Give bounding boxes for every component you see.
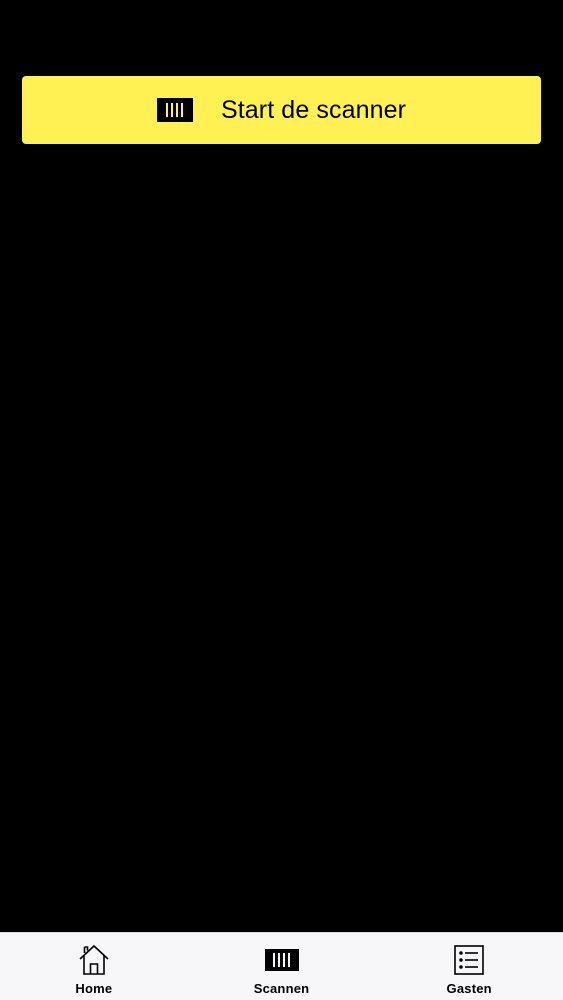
tab-gasten-label: Gasten: [446, 981, 492, 996]
start-scanner-label: Start de scanner: [220, 95, 407, 124]
barcode-scanner-icon: [264, 943, 299, 977]
tab-gasten[interactable]: Gasten: [375, 933, 563, 1000]
tab-scannen-label: Scannen: [253, 981, 310, 996]
barcode-scanner-icon: [156, 98, 193, 122]
tab-home[interactable]: Home: [0, 933, 188, 1000]
list-icon: [452, 943, 486, 977]
start-scanner-button[interactable]: Start de scanner: [22, 76, 541, 144]
tab-home-label: Home: [75, 981, 113, 996]
tab-scannen[interactable]: Scannen: [188, 933, 376, 1000]
bottom-tab-bar: Home Scannen Gasten: [0, 932, 563, 1000]
home-icon: [77, 943, 111, 977]
scanner-screen: Start de scanner: [0, 0, 563, 932]
